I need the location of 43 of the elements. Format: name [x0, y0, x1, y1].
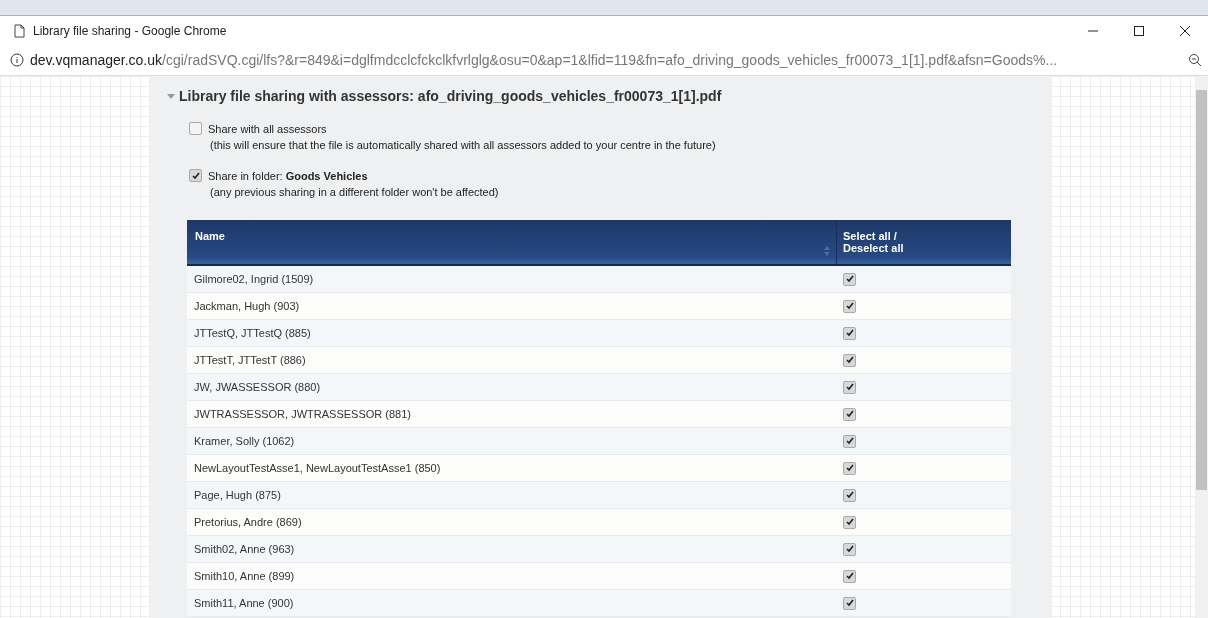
assessor-name: NewLayoutTestAsse1, NewLayoutTestAsse1 (850)	[193, 462, 442, 474]
checkbox[interactable]	[843, 434, 856, 448]
checkbox[interactable]	[843, 515, 856, 529]
checkbox[interactable]	[843, 299, 856, 313]
address-bar[interactable]: dev.vqmanager.co.uk/cgi/radSVQ.cgi/lfs?&r=849&i=dglfmdcclcfckclkfvrlglg&osu=0&ap=1&lfid=119&fn=afo_driving_goods_vehicles_fr00073_1[1].pdf&afsn=Goods%...	[30, 52, 1188, 68]
option-label: Share in folder: Goods Vehicles	[208, 169, 368, 182]
assessor-name: Jackman, Hugh (903)	[193, 300, 301, 312]
window-title: Library file sharing - Google Chrome	[33, 23, 228, 38]
checkbox[interactable]	[843, 542, 856, 556]
checkbox[interactable]	[843, 596, 856, 610]
close-icon[interactable]	[1180, 25, 1190, 36]
page-icon	[14, 23, 25, 38]
assessor-name: Pretorius, Andre (869)	[193, 516, 303, 528]
assessor-name: Smith11, Anne (900)	[193, 597, 295, 609]
assessor-name: Page, Hugh (875)	[193, 489, 282, 501]
checkbox[interactable]	[843, 488, 856, 502]
checkbox[interactable]	[189, 169, 202, 182]
scrollbar[interactable]	[1195, 76, 1208, 618]
info-icon[interactable]	[10, 53, 24, 67]
checkbox[interactable]	[843, 380, 856, 394]
panel-heading: Library file sharing with assessors: afo_driving_goods_vehicles_fr00073_1[1].pdf	[179, 88, 722, 104]
checkbox[interactable]	[843, 272, 856, 286]
checkbox[interactable]	[189, 122, 202, 135]
checkbox[interactable]	[843, 569, 856, 583]
zoom-icon[interactable]	[1188, 53, 1202, 67]
assessor-name: JTTestQ, JTTestQ (885)	[193, 327, 312, 339]
checkbox[interactable]	[843, 353, 856, 367]
column-header[interactable]: Name	[195, 230, 225, 242]
assessor-name: JTTestT, JTTestT (886)	[193, 354, 307, 366]
option-note: (any previous sharing in a different folder won't be affected)	[210, 186, 500, 198]
option-note: (this will ensure that the file is automatically shared with all assessors added to your centre in the future)	[210, 139, 717, 151]
checkbox[interactable]	[843, 407, 856, 421]
checkbox[interactable]	[843, 461, 856, 475]
assessor-name: JWTRASSESSOR, JWTRASSESSOR (881)	[193, 408, 412, 420]
checkbox[interactable]	[843, 326, 856, 340]
assessor-name: Gilmore02, Ingrid (1509)	[193, 273, 315, 285]
assessor-name: JW, JWASSESSOR (880)	[193, 381, 322, 393]
assessor-name: Smith02, Anne (963)	[193, 543, 296, 555]
assessor-name: Smith10, Anne (899)	[193, 570, 296, 582]
select-all-link[interactable]: Select all / Deselect all	[836, 220, 1011, 264]
assessor-name: Kramer, Solly (1062)	[193, 435, 296, 447]
option-label: Share with all assessors	[208, 122, 327, 135]
maximize-icon[interactable]	[1134, 25, 1144, 36]
